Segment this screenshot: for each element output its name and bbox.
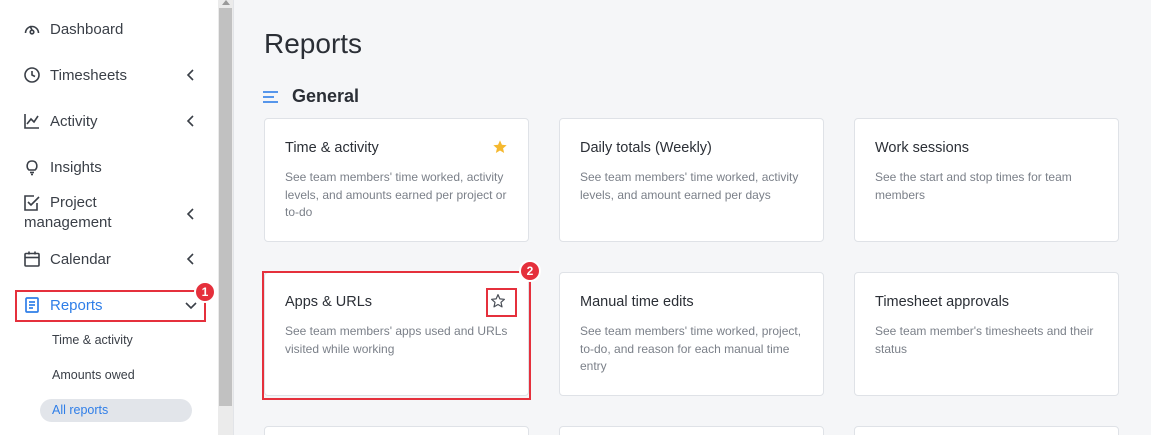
scrollbar-thumb[interactable]: [219, 8, 232, 406]
card-title: Work sessions: [875, 140, 970, 156]
sidebar-subitem-all-reports[interactable]: All reports: [40, 399, 192, 422]
report-card-partial[interactable]: [854, 426, 1119, 435]
chevron-left-icon[interactable]: [184, 68, 198, 82]
card-title: Manual time edits: [580, 294, 694, 310]
chevron-left-icon[interactable]: [184, 252, 198, 266]
sidebar-item-dashboard[interactable]: Dashboard: [0, 19, 218, 39]
card-description: See the start and stop times for team me…: [875, 170, 1072, 202]
sidebar-item-label: Insights: [50, 158, 102, 176]
clock-icon: [22, 65, 42, 85]
card-description: See team members' time worked, activity …: [580, 170, 799, 202]
sidebar-item-insights[interactable]: Insights: [0, 157, 218, 177]
calendar-icon: [22, 249, 42, 269]
report-card-timesheet-approvals[interactable]: Timesheet approvals See team member's ti…: [854, 272, 1119, 396]
sidebar-item-label-line2: management: [24, 214, 112, 231]
card-title: Timesheet approvals: [875, 294, 1010, 310]
sidebar-subitem-amounts-owed[interactable]: Amounts owed: [52, 368, 135, 382]
card-title: Daily totals (Weekly): [580, 140, 712, 156]
sidebar-item-label: Activity: [50, 112, 98, 130]
report-card-partial[interactable]: [264, 426, 529, 435]
sidebar-subitem-time-activity[interactable]: Time & activity: [52, 333, 133, 347]
sidebar-item-label: Dashboard: [50, 20, 124, 38]
reports-highlight-box: [15, 290, 206, 322]
app-window: Dashboard Timesheets Activity Insights P…: [0, 0, 1151, 435]
card-title: Time & activity: [285, 140, 379, 156]
section-title: General: [292, 86, 360, 106]
chevron-left-icon[interactable]: [184, 207, 198, 221]
annotation-badge-2: 2: [519, 260, 541, 282]
chevron-left-icon[interactable]: [184, 114, 198, 128]
star-filled-icon[interactable]: [492, 139, 510, 157]
card-description: See team members' time worked, project, …: [580, 324, 802, 373]
sidebar-item-timesheets[interactable]: Timesheets: [0, 65, 218, 85]
star-highlight-box: [486, 288, 517, 317]
report-card-time-activity[interactable]: Time & activity See team members' time w…: [264, 118, 529, 242]
lightbulb-icon: [22, 157, 42, 177]
sidebar-item-label: Calendar: [50, 250, 111, 268]
sidebar-item-label: Project: [50, 194, 97, 211]
sidebar-item-calendar[interactable]: Calendar: [0, 249, 218, 269]
checkbox-icon: [22, 193, 42, 213]
sidebar: Dashboard Timesheets Activity Insights P…: [0, 0, 218, 435]
page-title: Reports: [264, 28, 363, 59]
report-card-daily-totals[interactable]: Daily totals (Weekly) See team members' …: [559, 118, 824, 242]
sidebar-item-label: Timesheets: [50, 66, 127, 84]
report-card-manual-time-edits[interactable]: Manual time edits See team members' time…: [559, 272, 824, 396]
activity-chart-icon: [22, 111, 42, 131]
scroll-up-arrow-icon[interactable]: [222, 0, 230, 5]
sidebar-item-activity[interactable]: Activity: [0, 111, 218, 131]
list-lines-icon: [263, 90, 279, 108]
dashboard-gauge-icon: [22, 19, 42, 39]
sidebar-scrollbar[interactable]: [218, 0, 234, 435]
report-card-work-sessions[interactable]: Work sessions See the start and stop tim…: [854, 118, 1119, 242]
report-card-partial[interactable]: [559, 426, 824, 435]
sidebar-subitem-label: All reports: [52, 403, 109, 417]
annotation-badge-1: 1: [194, 281, 216, 303]
card-description: See team members' time worked, activity …: [285, 170, 507, 219]
card-description: See team member's timesheets and their s…: [875, 324, 1094, 356]
